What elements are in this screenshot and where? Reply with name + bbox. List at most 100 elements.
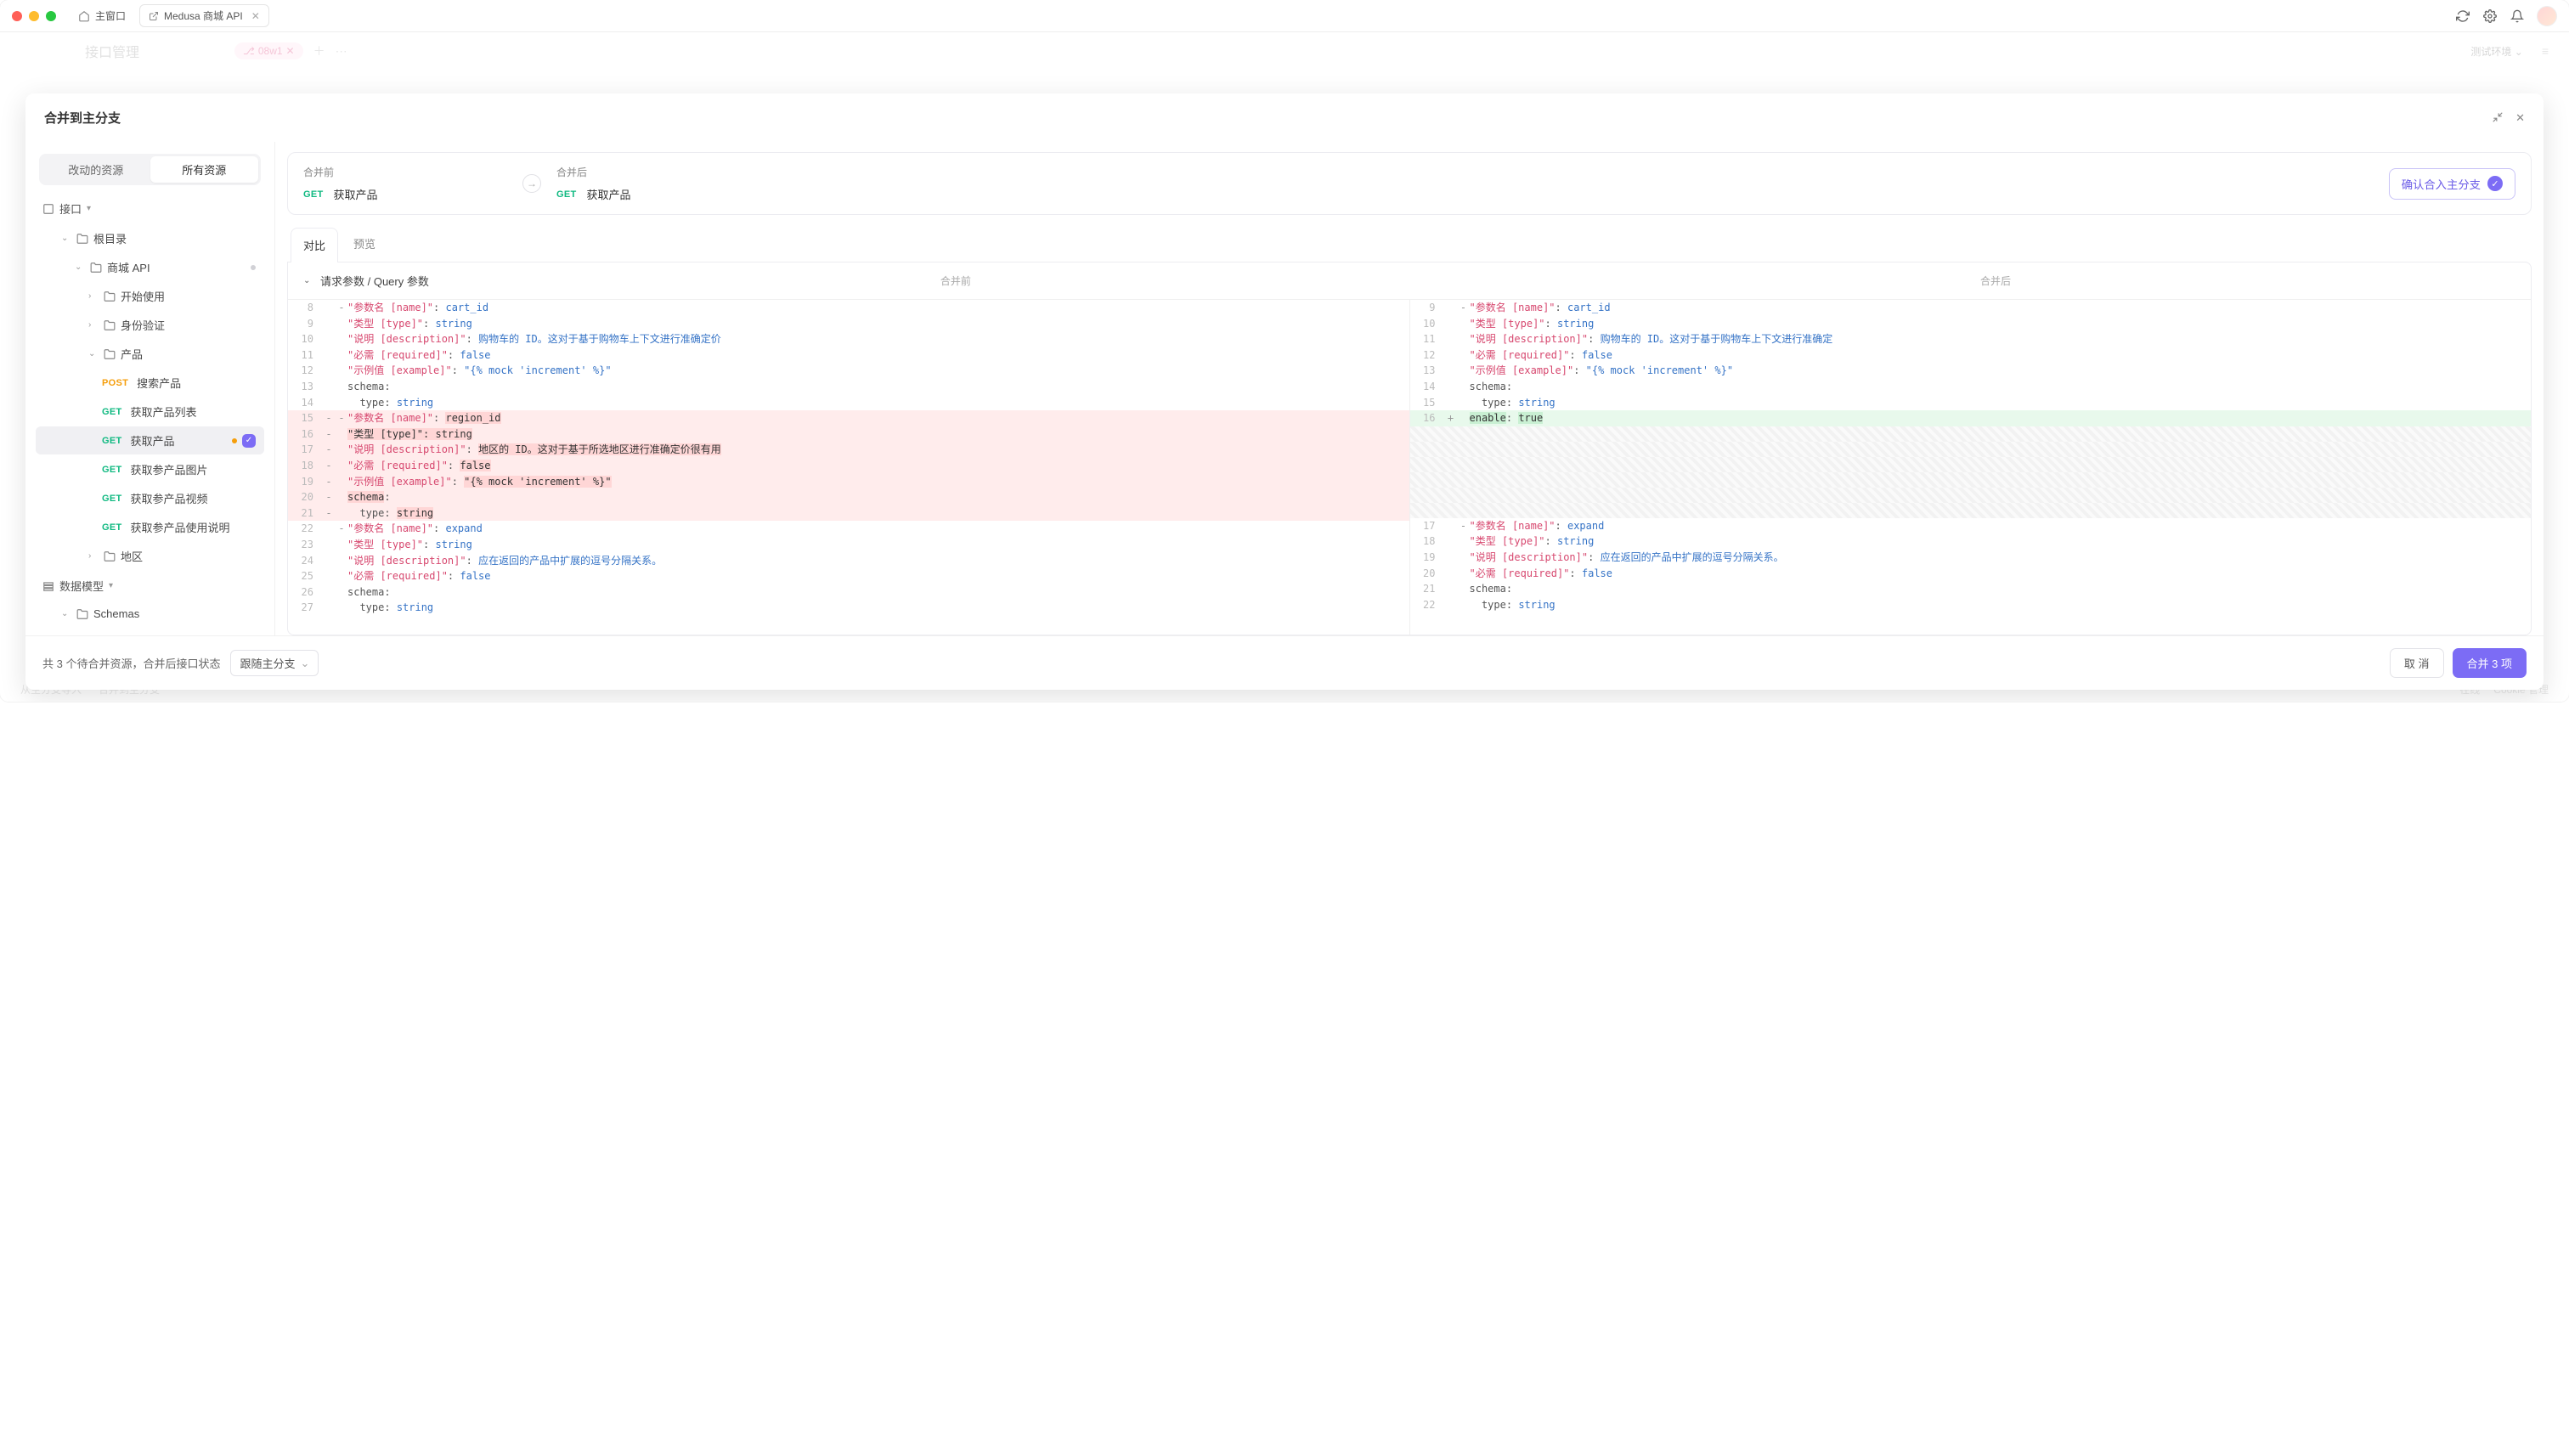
tree-item[interactable]: ›开始使用 [36,282,264,310]
code-line: 18-"必需 [required]": false [288,458,1409,474]
code-line: 19"说明 [description]": 应在返回的产品中扩展的逗号分隔关系。 [1410,550,2532,566]
code-line: 8-"参数名 [name]": cart_id [288,300,1409,316]
diff-right-pane[interactable]: 9-"参数名 [name]": cart_id10"类型 [type]": st… [1410,300,2532,635]
after-label: 合并后 [556,165,760,179]
arrow-right-icon: → [522,174,541,193]
external-link-icon [149,11,159,21]
chevron-icon: ⌄ [88,349,99,358]
refresh-icon[interactable] [2455,8,2470,24]
cancel-button[interactable]: 取 消 [2390,648,2444,678]
code-line: 21schema: [1410,581,2532,597]
chevron-icon: ⌄ [61,234,71,243]
tree-label: 地区 [121,548,143,564]
resource-filter-tabs: 改动的资源 所有资源 [39,154,261,185]
diff-after-header: 合并后 [1476,274,2515,288]
close-modal-icon[interactable]: ✕ [2515,111,2525,125]
tree-item[interactable]: GET 获取产品 ✓ [36,426,264,454]
code-line: 14 type: string [288,395,1409,411]
home-icon [78,10,90,22]
branch-pill[interactable]: ⎇ 08w1 ✕ [234,42,303,59]
tree-item[interactable]: GET 获取参产品使用说明 [36,513,264,541]
code-line: 13"示例值 [example]": "{% mock 'increment' … [1410,363,2532,379]
tree-item[interactable]: ›地区 [36,542,264,569]
maximize-window-button[interactable] [46,11,56,21]
method-badge: GET [102,494,122,504]
tab-diff[interactable]: 对比 [291,228,338,262]
close-icon[interactable]: ✕ [286,45,295,57]
close-window-button[interactable] [12,11,22,21]
add-tab-icon[interactable]: ＋ [313,42,325,59]
check-icon: ✓ [2487,176,2503,191]
env-select[interactable]: 测试环境 ⌄ [2462,41,2531,62]
menu-icon[interactable]: ≡ [2542,44,2549,58]
tree-item[interactable]: ⌄产品 [36,340,264,368]
check-badge: ✓ [242,434,256,448]
confirm-label: 确认合入主分支 [2402,176,2481,192]
chevron-down-icon: ⌄ [61,609,71,618]
modal-title: 合并到主分支 [44,109,121,127]
tree-item[interactable]: GET获取产品列表 [36,398,264,426]
tree-label: 身份验证 [121,317,165,333]
code-line: 22-"参数名 [name]": expand [288,521,1409,537]
chevron-down-icon: ⌄ [2515,46,2523,58]
code-line: 10"类型 [type]": string [1410,316,2532,332]
tab-preview[interactable]: 预览 [342,227,387,262]
code-line: 16+enable: true [1410,410,2532,426]
folder-icon [104,550,116,562]
bell-icon[interactable] [2510,8,2525,24]
api-section-header[interactable]: 接口 ▾ [32,197,268,220]
confirm-merge-button[interactable]: 确认合入主分支 ✓ [2389,168,2515,200]
diff-left-pane[interactable]: 8-"参数名 [name]": cart_id9"类型 [type]": str… [288,300,1410,635]
method-badge: GET [556,189,577,200]
tree-item[interactable]: GET获取参产品图片 [36,455,264,483]
folder-icon [104,319,116,331]
diff-before-header: 合并前 [436,274,1476,288]
more-icon[interactable]: ⋯ [336,44,347,59]
minimize-window-button[interactable] [29,11,39,21]
modal-footer: 共 3 个待合并资源，合并后接口状态 跟随主分支 ⌄ 取 消 合并 3 项 [25,635,2544,690]
tree-label: 获取参产品视频 [131,490,208,506]
tree-label: 搜索产品 [137,375,181,391]
resource-tree: ⌄根目录⌄商城 API›开始使用›身份验证⌄产品POST搜索产品GET获取产品列… [32,223,268,569]
tree-item[interactable]: ›身份验证 [36,311,264,339]
chevron-icon: › [88,291,99,301]
tree-label: 获取产品 [131,432,175,449]
tree-item[interactable]: GET 获取参产品视频 [36,484,264,512]
close-tab-icon[interactable]: ✕ [251,10,260,22]
code-line [1410,503,2532,518]
code-line: 21- type: string [288,505,1409,522]
method-badge: GET [102,522,122,533]
user-avatar[interactable] [2537,6,2557,26]
tree-item[interactable]: POST 搜索产品 [36,369,264,397]
collapse-icon[interactable] [2492,111,2504,125]
tree-label: 获取参产品使用说明 [131,519,230,535]
tab-all-resources[interactable]: 所有资源 [150,156,259,183]
footer-status: 共 3 个待合并资源，合并后接口状态 [42,655,220,671]
tree-item[interactable]: ⌄根目录 [36,224,264,252]
home-tab[interactable]: 主窗口 [70,5,134,26]
chevron-down-icon[interactable]: ⌄ [303,276,313,285]
method-badge: GET [102,436,122,446]
settings-icon[interactable] [2482,8,2498,24]
code-line: 20"必需 [required]": false [1410,566,2532,582]
post-merge-status-select[interactable]: 跟随主分支 ⌄ [230,650,319,676]
code-line: 13schema: [288,379,1409,395]
tree-label: Schemas [93,607,139,620]
code-line: 17-"参数名 [name]": expand [1410,518,2532,534]
method-badge: POST [102,378,128,388]
data-model-section-header[interactable]: 数据模型 ▾ [32,574,268,597]
tree-item[interactable]: ⌄商城 API [36,253,264,281]
before-label: 合并前 [303,165,507,179]
status-dot [251,265,256,270]
tree-item-schemas[interactable]: ⌄ Schemas [36,601,264,626]
env-label: 测试环境 [2470,46,2511,58]
folder-icon [104,291,116,302]
code-line: 14schema: [1410,379,2532,395]
method-badge: GET [303,189,324,200]
project-tab[interactable]: Medusa 商城 API ✕ [139,4,269,27]
merge-button[interactable]: 合并 3 项 [2453,648,2527,678]
branch-icon: ⎇ [243,45,255,57]
tree-label: 商城 API [107,259,150,275]
tab-changed-resources[interactable]: 改动的资源 [42,156,150,183]
code-line: 16-"类型 [type]": string [288,426,1409,443]
